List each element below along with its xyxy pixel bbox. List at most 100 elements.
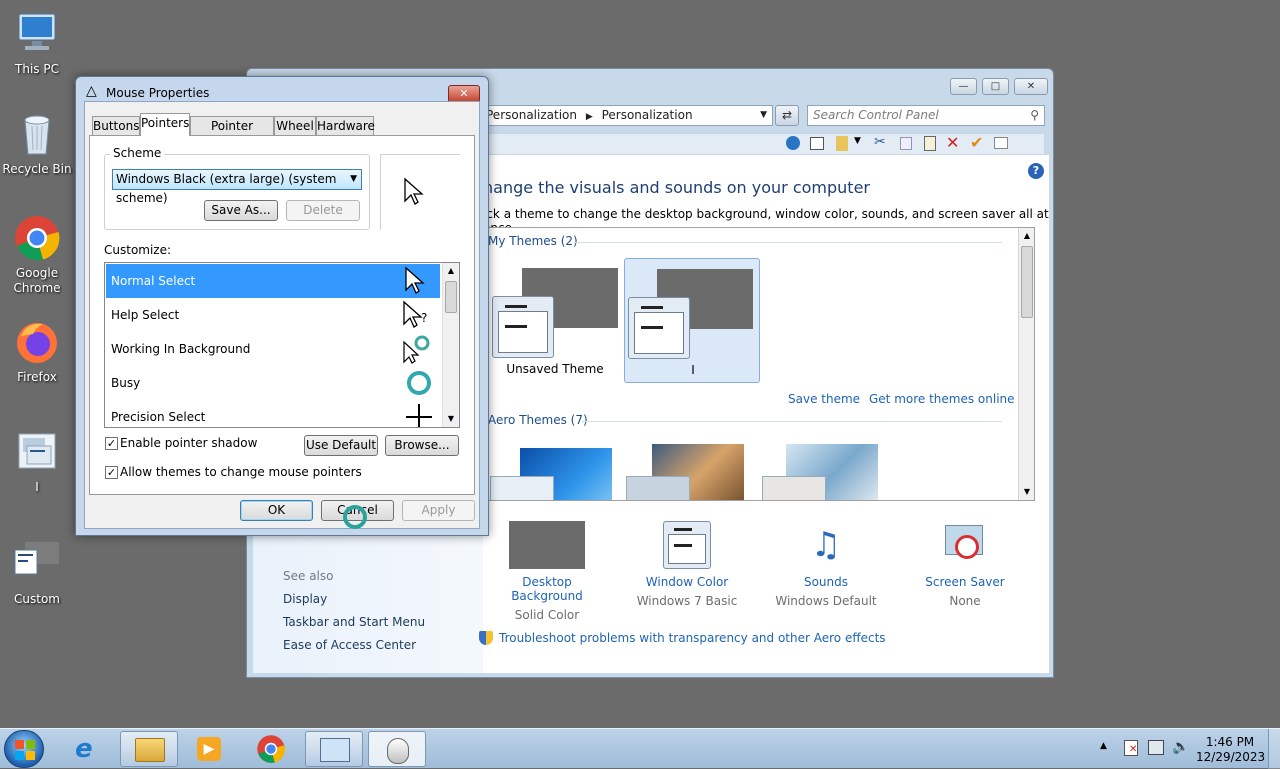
window-color-label[interactable]: Window Color	[627, 575, 747, 589]
desktop-icon-recycle-bin[interactable]: Recycle Bin	[0, 110, 74, 177]
pointer-row-working-in-background[interactable]: Working In Background	[106, 332, 440, 366]
taskbar-file-explorer[interactable]	[120, 731, 178, 767]
scroll-thumb[interactable]	[445, 281, 457, 313]
scroll-thumb[interactable]	[1021, 246, 1033, 318]
network-icon[interactable]	[1148, 740, 1164, 755]
paste-icon[interactable]	[924, 136, 936, 151]
troubleshoot-link[interactable]: Troubleshoot problems with transparency …	[499, 631, 886, 645]
address-bar[interactable]: Personalization ▶ Personalization ▼	[483, 105, 773, 126]
address-dropdown-icon[interactable]: ▼	[760, 106, 767, 125]
toolbar: ▼ ✂ ✕ ✔	[483, 133, 1045, 155]
taskbar-chrome[interactable]	[242, 731, 300, 767]
desktop-background-item[interactable]: Desktop Background Solid Color	[487, 521, 607, 622]
desktop-background-label[interactable]: Desktop Background	[487, 575, 607, 603]
theme-unsaved[interactable]: Unsaved Theme	[490, 258, 620, 382]
tab-pointer-options[interactable]: Pointer Options	[190, 116, 274, 151]
save-as-button[interactable]: Save As...	[204, 200, 278, 221]
save-theme-link[interactable]: Save theme	[788, 392, 860, 406]
ok-button[interactable]: OK	[240, 500, 313, 521]
search-icon[interactable]: ⚲	[1030, 106, 1039, 125]
theme-i-selected[interactable]: I	[624, 258, 760, 383]
properties-icon[interactable]	[836, 136, 848, 151]
taskbar-media-player[interactable]: ▶	[180, 731, 238, 767]
cut-icon[interactable]: ✂	[874, 134, 886, 150]
desktop-icon-firefox[interactable]: Firefox	[0, 318, 74, 385]
see-also-ease-of-access[interactable]: Ease of Access Center	[283, 638, 416, 652]
desktop-icon-label: I	[35, 480, 39, 494]
maximize-button[interactable]: □	[982, 78, 1009, 95]
close-button[interactable]: ✕	[1014, 78, 1048, 95]
start-button[interactable]	[4, 730, 44, 768]
pointer-row-precision-select[interactable]: Precision Select	[106, 400, 440, 427]
breadcrumb-personalization-current[interactable]: Personalization	[602, 108, 693, 122]
tab-wheel[interactable]: Wheel	[274, 116, 316, 135]
pointer-row-busy[interactable]: Busy	[106, 366, 440, 400]
use-default-button[interactable]: Use Default	[304, 435, 378, 456]
see-also-label: See also	[283, 569, 334, 583]
scroll-down-icon[interactable]: ▼	[1019, 484, 1034, 500]
screen-saver-value: None	[949, 594, 981, 608]
sounds-value: Windows Default	[775, 594, 877, 608]
internet-explorer-icon: e	[75, 734, 93, 764]
volume-icon[interactable]: 🔈	[1172, 739, 1189, 755]
desktop-icon-theme-i[interactable]: I	[0, 428, 74, 495]
layout-icon[interactable]	[810, 137, 824, 150]
custom-theme-icon	[13, 540, 61, 588]
dropdown-icon[interactable]: ▼	[854, 136, 861, 146]
desktop-background-value: Solid Color	[514, 608, 580, 622]
enable-shadow-checkbox[interactable]: ✓	[105, 437, 118, 450]
browse-button[interactable]: Browse...	[385, 435, 459, 456]
svg-text:?: ?	[421, 311, 427, 325]
refresh-button[interactable]: ⇄	[775, 105, 799, 126]
copy-icon[interactable]	[900, 137, 912, 150]
sounds-label[interactable]: Sounds	[766, 575, 886, 589]
search-input[interactable]: Search Control Panel ⚲	[807, 105, 1045, 126]
pointer-row-help-select[interactable]: Help Select ?	[106, 298, 440, 332]
get-more-themes-link[interactable]: Get more themes online	[869, 392, 1015, 406]
show-hidden-icons-button[interactable]: ▲	[1100, 741, 1107, 751]
tab-hardware[interactable]: Hardware	[316, 116, 375, 135]
taskbar-mouse-properties[interactable]	[368, 731, 426, 767]
allow-themes-checkbox[interactable]: ✓	[105, 466, 118, 479]
up-icon[interactable]	[786, 136, 800, 150]
checkmark-icon[interactable]: ✔	[970, 133, 983, 152]
sounds-item[interactable]: ♫ Sounds Windows Default	[766, 521, 886, 608]
tab-buttons[interactable]: Buttons	[92, 116, 140, 135]
shield-icon	[479, 631, 493, 645]
window-color-item[interactable]: Window Color Windows 7 Basic	[627, 521, 747, 608]
theme-list-scrollbar[interactable]: ▲ ▼	[1018, 228, 1034, 500]
pointer-row-normal-select[interactable]: Normal Select	[106, 264, 440, 298]
desktop-icon-this-pc[interactable]: This PC	[0, 10, 74, 77]
scroll-down-icon[interactable]: ▼	[443, 411, 459, 427]
desktop-icon-google-chrome[interactable]: Google Chrome	[0, 214, 74, 296]
media-player-icon: ▶	[197, 737, 221, 761]
screen-saver-item[interactable]: Screen Saver None	[905, 521, 1025, 608]
taskbar-internet-explorer[interactable]: e	[60, 731, 118, 767]
apply-button[interactable]: Apply	[402, 500, 475, 521]
page-title: hange the visuals and sounds on your com…	[483, 178, 870, 197]
minimize-button[interactable]: —	[950, 78, 977, 95]
windows-logo-icon	[15, 740, 35, 760]
tab-pointers[interactable]: Pointers	[140, 113, 190, 136]
delete-icon[interactable]: ✕	[946, 133, 959, 152]
screen-saver-label[interactable]: Screen Saver	[905, 575, 1025, 589]
scroll-up-icon[interactable]: ▲	[1019, 228, 1034, 244]
taskbar: e ▶ ▲ ✕ 🔈 1:46 PM 12/29/2023	[0, 728, 1280, 769]
taskbar-control-panel[interactable]	[305, 731, 363, 767]
rename-icon[interactable]	[994, 137, 1008, 149]
scheme-dropdown[interactable]: Windows Black (extra large) (system sche…	[112, 169, 362, 205]
chevron-down-icon[interactable]: ▼	[350, 170, 357, 189]
desktop-icon-label: Google Chrome	[13, 266, 61, 295]
see-also-taskbar[interactable]: Taskbar and Start Menu	[283, 615, 425, 629]
scroll-up-icon[interactable]: ▲	[443, 263, 459, 279]
clock[interactable]: 1:46 PM 12/29/2023	[1196, 735, 1265, 765]
help-icon[interactable]: ?	[1028, 163, 1044, 179]
delete-button[interactable]: Delete	[286, 200, 360, 221]
recycle-bin-icon	[13, 110, 61, 158]
desktop-icon-custom[interactable]: Custom	[0, 540, 74, 607]
breadcrumb-personalization[interactable]: Personalization	[486, 108, 577, 122]
see-also-display[interactable]: Display	[283, 592, 327, 606]
pointer-list-scrollbar[interactable]: ▲ ▼	[442, 263, 459, 427]
action-center-icon[interactable]: ✕	[1124, 740, 1138, 756]
show-desktop-button[interactable]	[1268, 729, 1280, 769]
